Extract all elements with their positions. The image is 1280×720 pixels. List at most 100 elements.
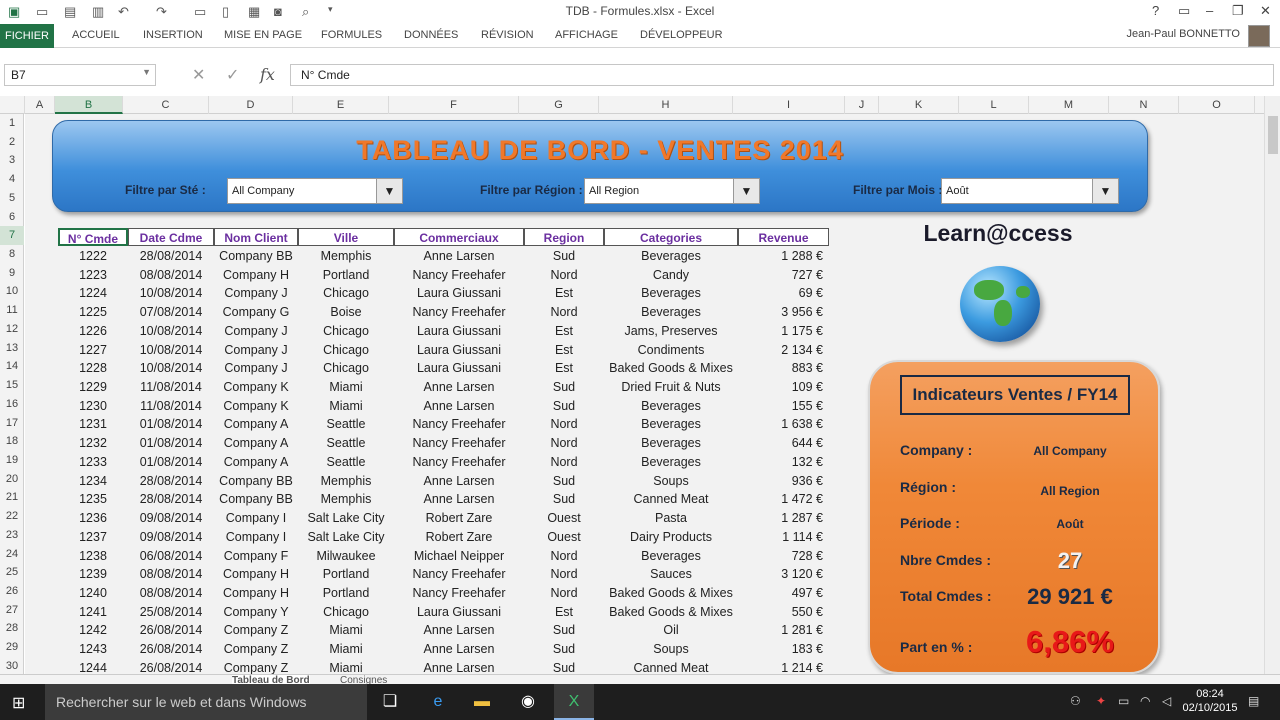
table-cell[interactable]: 07/08/2014 [128,303,214,322]
column-header-o[interactable]: O [1179,96,1255,114]
table-cell[interactable]: Condiments [604,341,738,360]
edge-icon[interactable]: e [418,684,458,720]
tab-sheet-dashboard[interactable]: Tableau de Bord [232,675,310,684]
cancel-icon[interactable]: ✕ [192,65,205,85]
table-cell[interactable]: Nancy Freehafer [394,266,524,285]
table-cell[interactable]: 1232 [58,434,128,453]
column-title[interactable]: Categories [604,228,738,246]
table-cell[interactable]: Company A [214,434,298,453]
table-cell[interactable]: Company A [214,453,298,472]
table-cell[interactable]: Nancy Freehafer [394,453,524,472]
table-cell[interactable]: Nord [524,303,604,322]
row-header-3[interactable]: 3 [0,151,24,170]
file-explorer-icon[interactable]: ▬ [462,684,502,720]
table-cell[interactable]: 644 € [738,434,829,453]
table-cell[interactable]: Robert Zare [394,509,524,528]
table-cell[interactable]: 1228 [58,359,128,378]
table-cell[interactable]: Beverages [604,247,738,266]
table-cell[interactable]: 132 € [738,453,829,472]
table-cell[interactable]: 01/08/2014 [128,434,214,453]
table-cell[interactable]: Est [524,603,604,622]
table-cell[interactable]: Nord [524,547,604,566]
row-header-28[interactable]: 28 [0,619,24,638]
table-cell[interactable]: Company Y [214,603,298,622]
table-cell[interactable]: 1236 [58,509,128,528]
table-cell[interactable]: 11/08/2014 [128,378,214,397]
table-cell[interactable]: Nord [524,565,604,584]
table-cell[interactable]: Sud [524,247,604,266]
power-icon[interactable]: ▭ [1118,694,1129,708]
table-cell[interactable]: Company Z [214,640,298,659]
row-header-26[interactable]: 26 [0,582,24,601]
table-cell[interactable]: 01/08/2014 [128,415,214,434]
table-cell[interactable]: 08/08/2014 [128,266,214,285]
row-header-22[interactable]: 22 [0,507,24,526]
table-cell[interactable]: Est [524,284,604,303]
table-cell[interactable]: 1241 [58,603,128,622]
table-cell[interactable]: 3 120 € [738,565,829,584]
formula-input[interactable]: N° Cmde [290,64,1274,86]
table-cell[interactable]: 11/08/2014 [128,397,214,416]
table-cell[interactable]: Soups [604,472,738,491]
row-header-19[interactable]: 19 [0,451,24,470]
table-cell[interactable]: 1243 [58,640,128,659]
table-cell[interactable]: Company J [214,322,298,341]
tab-insertion[interactable]: INSERTION [143,29,203,41]
column-title[interactable]: Ville [298,228,394,246]
table-cell[interactable]: Company BB [214,247,298,266]
table-cell[interactable]: 1231 [58,415,128,434]
column-title[interactable]: Nom Client [214,228,298,246]
app-icon[interactable]: ◉ [508,684,548,720]
table-cell[interactable]: 1223 [58,266,128,285]
table-cell[interactable]: 1 288 € [738,247,829,266]
table-cell[interactable]: 1224 [58,284,128,303]
table-cell[interactable]: 728 € [738,547,829,566]
table-cell[interactable]: Sud [524,397,604,416]
column-header-l[interactable]: L [959,96,1029,114]
column-title[interactable]: Commerciaux [394,228,524,246]
table-cell[interactable]: Anne Larsen [394,621,524,640]
table-cell[interactable]: Portland [298,584,394,603]
table-cell[interactable]: Candy [604,266,738,285]
row-header-12[interactable]: 12 [0,320,24,339]
tab-donnees[interactable]: DONNÉES [404,29,458,41]
table-cell[interactable]: Company I [214,528,298,547]
table-cell[interactable]: Sud [524,490,604,509]
table-cell[interactable]: 69 € [738,284,829,303]
name-box[interactable]: B7 ▼ [4,64,156,86]
table-cell[interactable]: 1 114 € [738,528,829,547]
row-header-16[interactable]: 16 [0,395,24,414]
table-cell[interactable]: Company H [214,584,298,603]
table-cell[interactable]: Beverages [604,303,738,322]
column-title[interactable]: Revenue [738,228,829,246]
table-cell[interactable]: Boise [298,303,394,322]
table-cell[interactable]: Laura Giussani [394,322,524,341]
table-cell[interactable]: Anne Larsen [394,378,524,397]
table-cell[interactable]: Seattle [298,434,394,453]
ribbon-display-button[interactable]: ▭ [1178,3,1190,19]
wifi-icon[interactable]: ◠ [1140,694,1150,708]
table-cell[interactable]: 1240 [58,584,128,603]
table-cell[interactable]: Salt Lake City [298,528,394,547]
task-view-icon[interactable]: ❏ [370,684,410,720]
row-header-27[interactable]: 27 [0,601,24,620]
table-cell[interactable]: Chicago [298,284,394,303]
table-cell[interactable]: Company I [214,509,298,528]
table-cell[interactable]: Company A [214,415,298,434]
table-cell[interactable]: 25/08/2014 [128,603,214,622]
enter-icon[interactable]: ✓ [226,65,239,85]
table-cell[interactable]: 28/08/2014 [128,490,214,509]
table-cell[interactable]: 1226 [58,322,128,341]
table-cell[interactable]: Nord [524,453,604,472]
tab-accueil[interactable]: ACCUEIL [72,29,120,41]
row-header-17[interactable]: 17 [0,414,24,433]
tab-file[interactable]: FICHIER [0,24,54,48]
table-cell[interactable]: Nord [524,434,604,453]
table-cell[interactable]: Company J [214,284,298,303]
restore-button[interactable]: ❐ [1232,3,1244,19]
table-cell[interactable]: Baked Goods & Mixes [604,359,738,378]
tab-affichage[interactable]: AFFICHAGE [555,29,618,41]
row-header-21[interactable]: 21 [0,488,24,507]
table-cell[interactable]: Laura Giussani [394,603,524,622]
table-cell[interactable]: Beverages [604,415,738,434]
